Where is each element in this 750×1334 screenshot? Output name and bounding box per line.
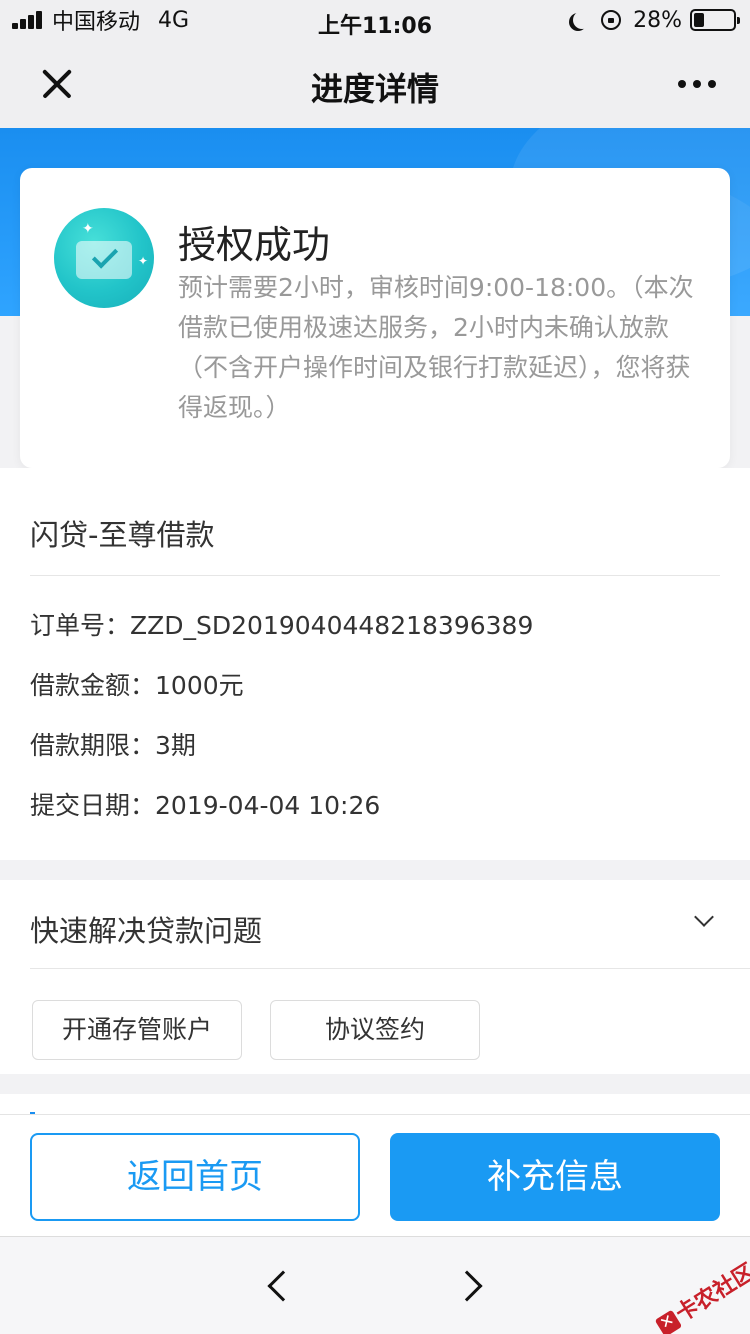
submit-date-value: 2019-04-04 10:26 (155, 791, 381, 820)
loan-amount-row: 借款金额：1000元 (30, 666, 244, 702)
loan-product-name: 闪贷-至尊借款 (30, 518, 215, 552)
battery-percent: 28% (633, 7, 682, 33)
watermark-logo: 卡农社区 (650, 1254, 750, 1334)
chevron-left-icon[interactable] (267, 1270, 299, 1302)
status-right: 28% (567, 0, 740, 40)
chevron-down-icon[interactable] (694, 907, 714, 927)
loan-details: 闪贷-至尊借款 订单号：ZZD_SD2019040448218396389 借款… (0, 468, 750, 860)
loan-amount-value: 1000元 (155, 671, 244, 700)
status-description: 预计需要2小时，审核时间9:00-18:00。（本次借款已使用极速达服务，2小时… (178, 273, 694, 422)
submit-date-label: 提交日期： (30, 791, 156, 820)
status-card: ✦ ✦ 授权成功 预计需要2小时，审核时间9:00-18:00。（本次借款已使用… (20, 168, 730, 468)
quick-help-section: 快速解决贷款问题 开通存管账户 协议签约 (0, 880, 750, 1074)
nav-bar: 进度详情 (0, 40, 750, 128)
quick-help-title[interactable]: 快速解决贷款问题 (30, 908, 262, 950)
loan-term-value: 3期 (155, 731, 196, 760)
order-number-value: ZZD_SD2019040448218396389 (130, 611, 534, 640)
do-not-disturb-icon (573, 11, 591, 29)
authorized-success-icon: ✦ ✦ (54, 208, 154, 308)
browser-toolbar: 卡农社区 (0, 1236, 750, 1334)
agreement-signing-button[interactable]: 协议签约 (270, 1000, 480, 1060)
submit-date-row: 提交日期：2019-04-04 10:26 (30, 786, 380, 822)
battery-icon (690, 9, 740, 31)
loan-term-row: 借款期限：3期 (30, 726, 196, 762)
rotation-lock-icon (601, 10, 622, 30)
order-number-row: 订单号：ZZD_SD2019040448218396389 (30, 606, 533, 642)
watermark-text: 卡农社区 (671, 1259, 750, 1328)
status-title: 授权成功 (178, 223, 331, 267)
loan-amount-label: 借款金额： (30, 671, 156, 700)
status-bar: 中国移动 4G 上午11:06 28% (0, 0, 750, 40)
divider (30, 575, 720, 576)
action-bar: 返回首页 补充信息 (0, 1114, 750, 1236)
order-number-label: 订单号： (30, 611, 131, 640)
more-icon[interactable] (671, 80, 716, 88)
chevron-right-icon[interactable] (451, 1270, 483, 1302)
open-custody-account-button[interactable]: 开通存管账户 (32, 1000, 242, 1060)
back-to-home-button[interactable]: 返回首页 (30, 1133, 360, 1221)
page-title: 进度详情 (310, 70, 439, 108)
supplement-info-button[interactable]: 补充信息 (390, 1133, 720, 1221)
divider (30, 968, 750, 969)
loan-term-label: 借款期限： (30, 731, 156, 760)
